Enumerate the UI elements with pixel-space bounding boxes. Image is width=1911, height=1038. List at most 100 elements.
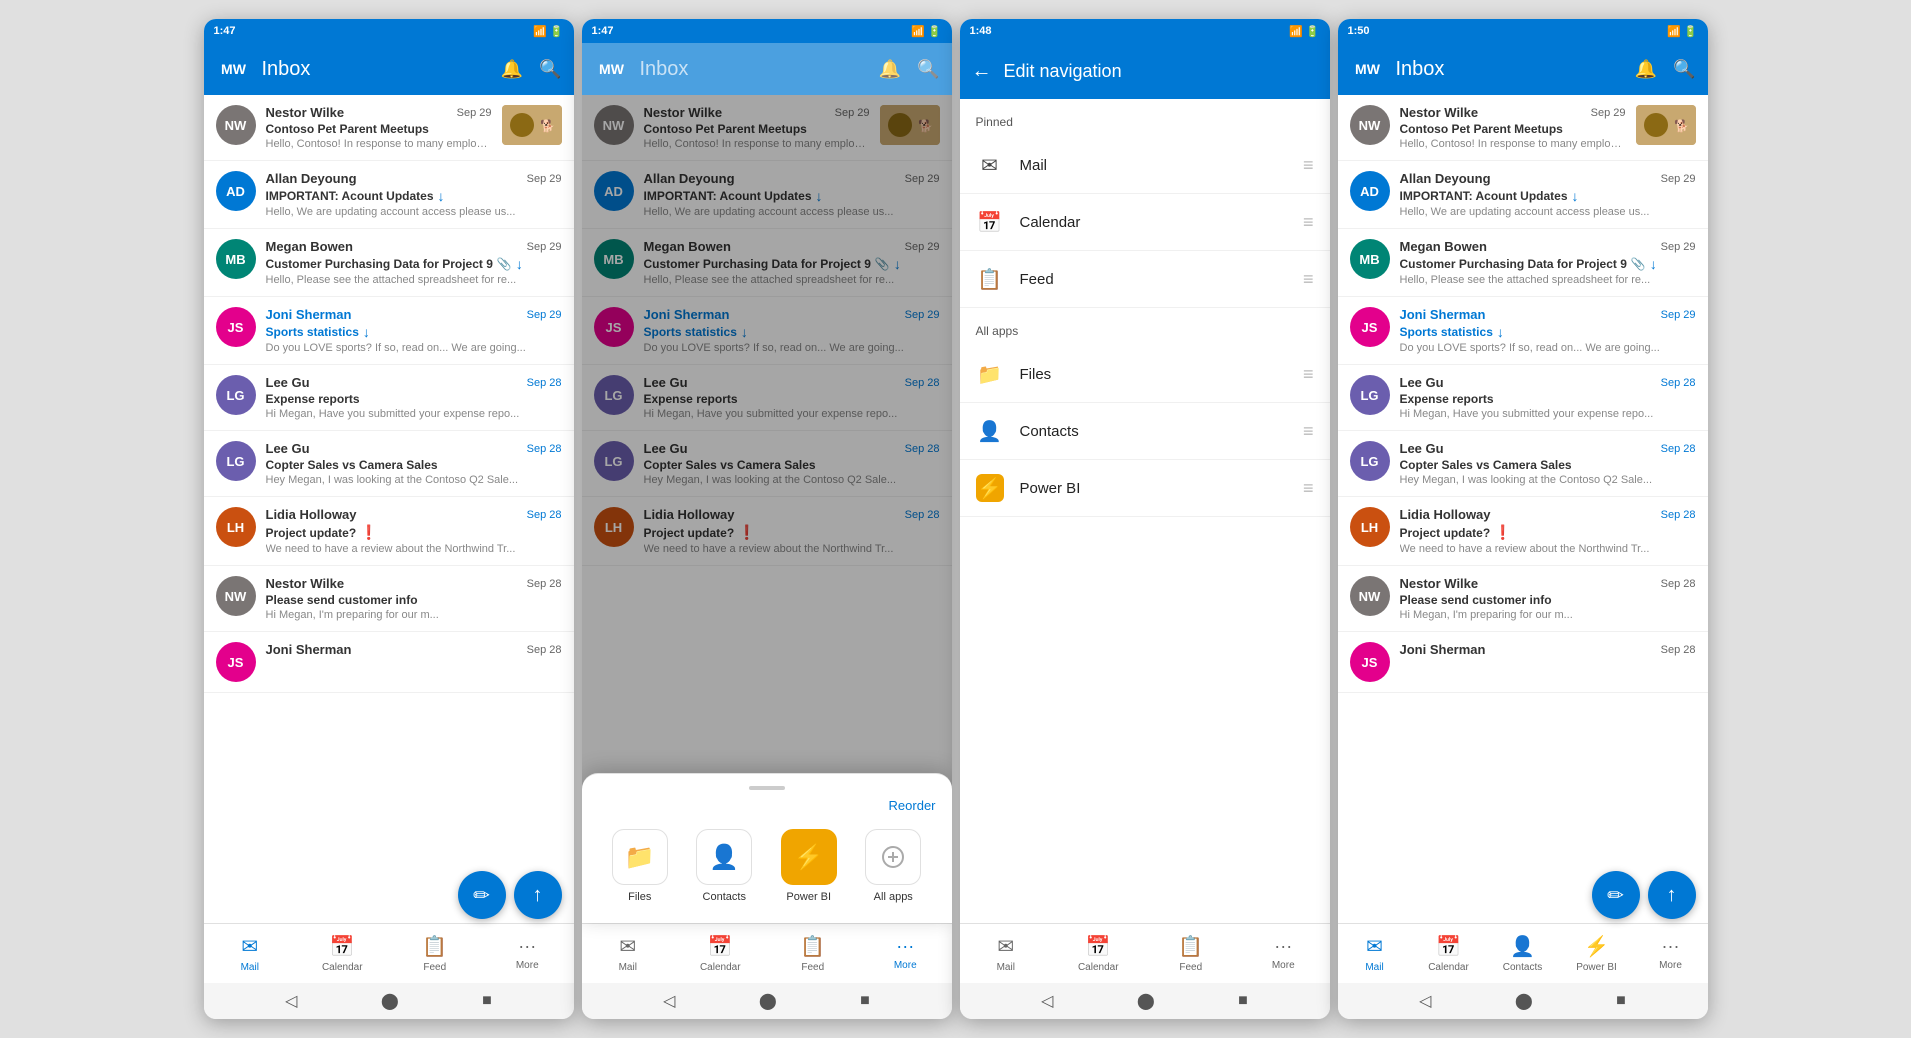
- nav-item-mail[interactable]: ✉ Mail: [204, 924, 297, 983]
- email-date: Sep 29: [527, 241, 562, 253]
- bell-icon[interactable]: 🔔: [879, 59, 901, 80]
- nav-item-more[interactable]: ··· More: [1634, 924, 1708, 983]
- email-list[interactable]: NW Nestor Wilke Sep 29 Contoso Pet Paren…: [1338, 95, 1708, 923]
- panel-item-files[interactable]: 📁 Files: [612, 829, 668, 903]
- nav-edit-item-calendar: 📅 Calendar ≡: [960, 194, 1330, 251]
- compose-fab[interactable]: ✏: [458, 871, 506, 919]
- header-avatar[interactable]: MW: [216, 51, 252, 87]
- home-btn[interactable]: ⬤: [381, 991, 399, 1011]
- nav-edit-icon: ✉: [976, 151, 1004, 179]
- nav-item-feed[interactable]: 📋 Feed: [389, 924, 482, 983]
- email-item[interactable]: MB Megan Bowen Sep 29 Customer Purchasin…: [204, 229, 574, 297]
- nav-item-calendar[interactable]: 📅 Calendar: [296, 924, 389, 983]
- email-content: Nestor Wilke Sep 28 Please send customer…: [1400, 576, 1696, 621]
- search-icon[interactable]: 🔍: [1673, 59, 1695, 80]
- back-btn[interactable]: ◁: [1041, 991, 1053, 1011]
- drag-handle[interactable]: ≡: [1303, 155, 1314, 176]
- drag-handle[interactable]: ≡: [1303, 212, 1314, 233]
- panel-item-all-apps[interactable]: All apps: [865, 829, 921, 903]
- drag-handle[interactable]: ≡: [1303, 269, 1314, 290]
- email-item[interactable]: NW Nestor Wilke Sep 29 Contoso Pet Paren…: [1338, 95, 1708, 161]
- email-preview: Hello, We are updating account access pl…: [266, 206, 562, 218]
- email-sender: Lee Gu: [1400, 441, 1444, 456]
- back-btn[interactable]: ◁: [663, 991, 675, 1011]
- panel-reorder-btn[interactable]: Reorder: [582, 798, 952, 813]
- screen-inbox-4: 1:50 📶🔋 MW Inbox 🔔 🔍 NW Nestor Wilke Sep…: [1338, 19, 1708, 1019]
- home-btn[interactable]: ⬤: [1515, 991, 1533, 1011]
- email-item[interactable]: AD Allan Deyoung Sep 29 IMPORTANT: Acoun…: [204, 161, 574, 229]
- panel-handle[interactable]: [749, 786, 785, 790]
- nav-label: More: [516, 960, 539, 971]
- email-item[interactable]: JS Joni Sherman Sep 29 Sports statistics…: [204, 297, 574, 365]
- nav-item-more[interactable]: ··· More: [859, 924, 952, 983]
- panel-item-contacts[interactable]: 👤 Contacts: [696, 829, 752, 903]
- compose-fab[interactable]: ✏: [1592, 871, 1640, 919]
- recent-btn[interactable]: ■: [860, 992, 870, 1010]
- bell-icon[interactable]: 🔔: [501, 59, 523, 80]
- email-list[interactable]: NW Nestor Wilke Sep 29 Contoso Pet Paren…: [204, 95, 574, 923]
- nav-item-more[interactable]: ··· More: [481, 924, 574, 983]
- email-item[interactable]: NW Nestor Wilke Sep 28 Please send custo…: [204, 566, 574, 632]
- panel-item-power-bi[interactable]: ⚡ Power BI: [781, 829, 837, 903]
- scroll-up-fab[interactable]: ↑: [514, 871, 562, 919]
- email-item[interactable]: LG Lee Gu Sep 28 Copter Sales vs Camera …: [204, 431, 574, 497]
- email-item[interactable]: JS Joni Sherman Sep 28: [204, 632, 574, 693]
- header-avatar[interactable]: MW: [594, 51, 630, 87]
- email-preview: Do you LOVE sports? If so, read on... We…: [266, 342, 562, 354]
- email-preview: Hello, Contoso! In response to many empl…: [1400, 138, 1626, 150]
- nav-icon: 👤: [1510, 934, 1535, 959]
- email-item[interactable]: AD Allan Deyoung Sep 29 IMPORTANT: Acoun…: [1338, 161, 1708, 229]
- section-label: Pinned: [960, 99, 1330, 137]
- email-item[interactable]: LG Lee Gu Sep 28 Expense reports Hi Mega…: [204, 365, 574, 431]
- nav-item-mail[interactable]: ✉ Mail: [960, 924, 1053, 983]
- back-button[interactable]: ←: [972, 60, 992, 83]
- header-avatar[interactable]: MW: [1350, 51, 1386, 87]
- recent-btn[interactable]: ■: [1616, 992, 1626, 1010]
- email-item[interactable]: JS Joni Sherman Sep 29 Sports statistics…: [1338, 297, 1708, 365]
- search-icon[interactable]: 🔍: [539, 59, 561, 80]
- nav-edit-icon: 👤: [976, 417, 1004, 445]
- avatar: LH: [216, 507, 256, 547]
- email-content: Joni Sherman Sep 29 Sports statistics ↓ …: [266, 307, 562, 354]
- email-item[interactable]: LH Lidia Holloway Sep 28 Project update?…: [1338, 497, 1708, 566]
- back-btn[interactable]: ◁: [285, 991, 297, 1011]
- sys-nav: ◁ ⬤ ■: [204, 983, 574, 1019]
- drag-handle[interactable]: ≡: [1303, 478, 1314, 499]
- nav-item-more[interactable]: ··· More: [1237, 924, 1330, 983]
- drag-handle[interactable]: ≡: [1303, 364, 1314, 385]
- home-btn[interactable]: ⬤: [759, 991, 777, 1011]
- recent-btn[interactable]: ■: [482, 992, 492, 1010]
- nav-item-mail[interactable]: ✉ Mail: [1338, 924, 1412, 983]
- back-btn[interactable]: ◁: [1419, 991, 1431, 1011]
- email-subject: Sports statistics: [1400, 325, 1493, 339]
- drag-handle[interactable]: ≡: [1303, 421, 1314, 442]
- nav-item-calendar[interactable]: 📅 Calendar: [674, 924, 767, 983]
- nav-item-calendar[interactable]: 📅 Calendar: [1052, 924, 1145, 983]
- nav-item-mail[interactable]: ✉ Mail: [582, 924, 675, 983]
- nav-item-power-bi[interactable]: ⚡ Power BI: [1560, 924, 1634, 983]
- nav-item-contacts[interactable]: 👤 Contacts: [1486, 924, 1560, 983]
- bell-icon[interactable]: 🔔: [1635, 59, 1657, 80]
- email-item[interactable]: LG Lee Gu Sep 28 Expense reports Hi Mega…: [1338, 365, 1708, 431]
- email-item[interactable]: MB Megan Bowen Sep 29 Customer Purchasin…: [1338, 229, 1708, 297]
- email-item[interactable]: LG Lee Gu Sep 28 Copter Sales vs Camera …: [1338, 431, 1708, 497]
- scroll-up-fab[interactable]: ↑: [1648, 871, 1696, 919]
- email-item[interactable]: NW Nestor Wilke Sep 29 Contoso Pet Paren…: [204, 95, 574, 161]
- nav-item-feed[interactable]: 📋 Feed: [1145, 924, 1238, 983]
- home-btn[interactable]: ⬤: [1137, 991, 1155, 1011]
- flag-icon: ❗: [360, 524, 377, 541]
- email-date: Sep 28: [527, 377, 562, 389]
- nav-item-feed[interactable]: 📋 Feed: [767, 924, 860, 983]
- status-bar: 1:50 📶🔋: [1338, 19, 1708, 43]
- email-item[interactable]: JS Joni Sherman Sep 28: [1338, 632, 1708, 693]
- nav-item-calendar[interactable]: 📅 Calendar: [1412, 924, 1486, 983]
- email-item[interactable]: NW Nestor Wilke Sep 28 Please send custo…: [1338, 566, 1708, 632]
- search-icon[interactable]: 🔍: [917, 59, 939, 80]
- email-item[interactable]: LH Lidia Holloway Sep 28 Project update?…: [204, 497, 574, 566]
- email-preview: Hello, Please see the attached spreadshe…: [1400, 274, 1696, 286]
- email-sender: Joni Sherman: [266, 642, 352, 657]
- header-title: Inbox: [640, 58, 869, 81]
- recent-btn[interactable]: ■: [1238, 992, 1248, 1010]
- email-date: Sep 29: [1591, 107, 1626, 119]
- status-icons: 📶🔋: [533, 25, 563, 38]
